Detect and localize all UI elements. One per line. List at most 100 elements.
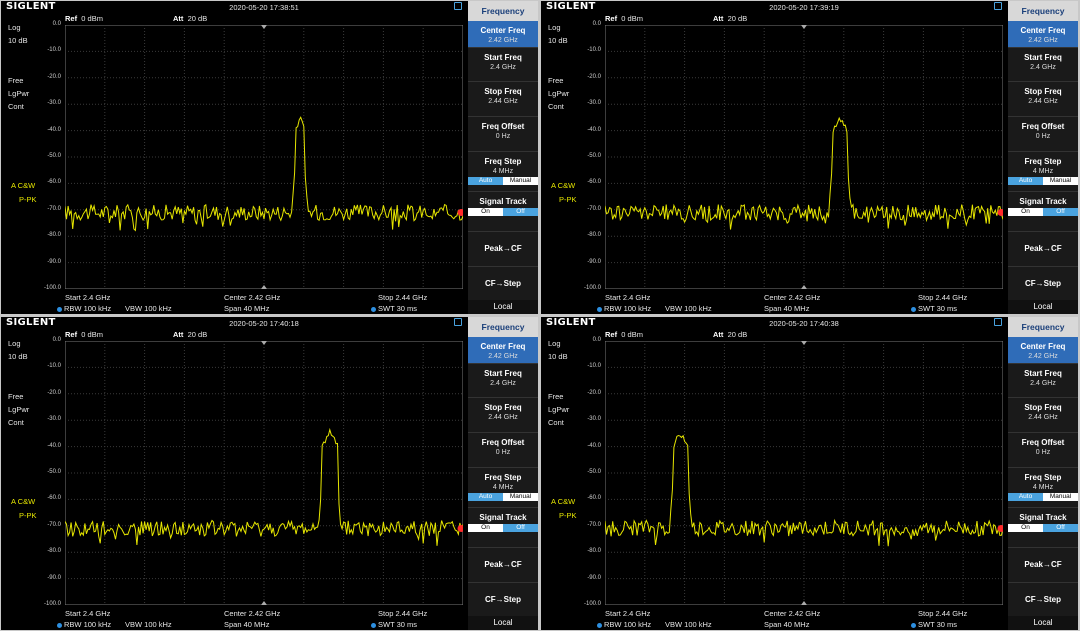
cf-to-step-button[interactable]: CF→Step xyxy=(1008,583,1078,619)
timestamp: 2020-05-20 17:40:18 xyxy=(229,319,299,328)
y-tick-label: -30.0 xyxy=(47,416,61,423)
y-tick-label: -100.0 xyxy=(583,285,601,291)
span-readout: Span 40 MHz xyxy=(224,620,270,629)
freq-offset-button[interactable]: Freq Offset 0 Hz xyxy=(468,117,538,152)
scale-div: 10 dB xyxy=(8,352,28,361)
cf-to-step-button[interactable]: CF→Step xyxy=(1008,267,1078,303)
y-tick-label: -90.0 xyxy=(587,574,601,581)
peak-to-cf-button[interactable]: Peak→CF xyxy=(468,548,538,583)
y-tick-label: -50.0 xyxy=(587,153,601,159)
freq-step-button[interactable]: Freq Step 4 MHz Auto Manual xyxy=(1008,152,1078,192)
signal-track-toggle[interactable]: On Off xyxy=(1008,208,1078,216)
stop-freq-readout: Stop 2.44 GHz xyxy=(378,293,428,302)
start-freq-button[interactable]: Start Freq 2.4 GHz xyxy=(1008,48,1078,82)
freq-step-toggle[interactable]: Auto Manual xyxy=(1008,493,1078,501)
sweep-mode: Cont xyxy=(548,418,564,427)
signal-track-button[interactable]: Signal Track On Off xyxy=(1008,192,1078,232)
freq-step-toggle[interactable]: Auto Manual xyxy=(468,493,538,501)
y-tick-label: -70.0 xyxy=(47,521,61,528)
y-tick-label: 0.0 xyxy=(592,337,601,343)
spectrum-plot[interactable] xyxy=(605,341,1003,605)
start-freq-button[interactable]: Start Freq 2.4 GHz xyxy=(468,364,538,398)
stop-freq-button[interactable]: Stop Freq 2.44 GHz xyxy=(468,398,538,433)
freq-step-button[interactable]: Freq Step 4 MHz Auto Manual xyxy=(1008,468,1078,508)
trigger-mode: Free xyxy=(8,392,24,401)
menu-title: Frequency xyxy=(468,317,538,337)
trace-label[interactable]: A C&W xyxy=(551,497,575,506)
frequency-menu: Frequency Center Freq 2.42 GHz Start Freq… xyxy=(466,1,538,314)
signal-track-button[interactable]: Signal Track On Off xyxy=(468,192,538,232)
scale-type: Log xyxy=(8,339,21,348)
freq-offset-button[interactable]: Freq Offset 0 Hz xyxy=(1008,433,1078,468)
center-freq-button[interactable]: Center Freq 2.42 GHz xyxy=(468,21,538,48)
trace-label[interactable]: A C&W xyxy=(11,181,35,190)
scale-type: Log xyxy=(548,23,561,32)
trigger-mode: Free xyxy=(8,76,24,85)
signal-track-toggle[interactable]: On Off xyxy=(468,524,538,532)
signal-track-toggle[interactable]: On Off xyxy=(468,208,538,216)
spectrum-plot[interactable] xyxy=(605,25,1003,289)
attenuation: Att 20 dB xyxy=(173,14,208,23)
cf-to-step-button[interactable]: CF→Step xyxy=(468,267,538,303)
y-tick-label: -100.0 xyxy=(583,601,601,607)
y-tick-label: -60.0 xyxy=(47,179,61,186)
start-freq-button[interactable]: Start Freq 2.4 GHz xyxy=(468,48,538,82)
y-tick-label: -80.0 xyxy=(47,232,61,239)
analyzer-screen: SIGLENT 2020-05-20 17:39:19 Ref 0 dBm At… xyxy=(541,1,1078,314)
y-tick-label: -70.0 xyxy=(587,521,601,528)
stop-freq-readout: Stop 2.44 GHz xyxy=(378,609,428,618)
start-freq-button[interactable]: Start Freq 2.4 GHz xyxy=(1008,364,1078,398)
swt-indicator-icon xyxy=(911,306,916,312)
y-tick-label: -10.0 xyxy=(587,47,601,54)
span-readout: Span 40 MHz xyxy=(764,304,810,313)
signal-track-button[interactable]: Signal Track On Off xyxy=(1008,508,1078,548)
menu-title: Frequency xyxy=(1008,1,1078,21)
swt-readout: SWT 30 ms xyxy=(371,304,417,313)
vbw-readout: VBW 100 kHz xyxy=(125,304,172,313)
y-tick-label: -10.0 xyxy=(587,363,601,370)
freq-step-button[interactable]: Freq Step 4 MHz Auto Manual xyxy=(468,468,538,508)
peak-to-cf-button[interactable]: Peak→CF xyxy=(1008,548,1078,583)
freq-step-toggle[interactable]: Auto Manual xyxy=(468,177,538,185)
trace-label[interactable]: A C&W xyxy=(551,181,575,190)
trigger-mode: Free xyxy=(548,392,564,401)
detector-label: P-PK xyxy=(19,511,37,520)
frequency-menu: Frequency Center Freq 2.42 GHz Start Freq… xyxy=(1006,1,1078,314)
stop-freq-button[interactable]: Stop Freq 2.44 GHz xyxy=(1008,82,1078,117)
stop-freq-button[interactable]: Stop Freq 2.44 GHz xyxy=(1008,398,1078,433)
rbw-readout: RBW 100 kHz xyxy=(597,304,651,313)
peak-to-cf-button[interactable]: Peak→CF xyxy=(468,232,538,267)
detector-mode: LgPwr xyxy=(8,405,30,414)
sweep-mode: Cont xyxy=(8,418,24,427)
y-tick-label: -60.0 xyxy=(587,495,601,502)
cf-to-step-button[interactable]: CF→Step xyxy=(468,583,538,619)
sweep-mode: Cont xyxy=(548,102,564,111)
freq-offset-button[interactable]: Freq Offset 0 Hz xyxy=(468,433,538,468)
freq-step-toggle[interactable]: Auto Manual xyxy=(1008,177,1078,185)
local-status: Local xyxy=(1008,300,1078,314)
trace-label[interactable]: A C&W xyxy=(11,497,35,506)
usb-icon xyxy=(994,2,1002,10)
signal-track-button[interactable]: Signal Track On Off xyxy=(468,508,538,548)
stop-freq-button[interactable]: Stop Freq 2.44 GHz xyxy=(468,82,538,117)
local-status: Local xyxy=(1008,616,1078,630)
swt-indicator-icon xyxy=(371,622,376,628)
signal-track-toggle[interactable]: On Off xyxy=(1008,524,1078,532)
frequency-menu: Frequency Center Freq 2.42 GHz Start Freq… xyxy=(466,317,538,630)
y-tick-label: -40.0 xyxy=(47,442,61,449)
spectrum-plot[interactable] xyxy=(65,341,463,605)
center-freq-button[interactable]: Center Freq 2.42 GHz xyxy=(1008,21,1078,48)
center-freq-button[interactable]: Center Freq 2.42 GHz xyxy=(468,337,538,364)
detector-label: P-PK xyxy=(559,511,577,520)
rbw-readout: RBW 100 kHz xyxy=(597,620,651,629)
analyzer-screen: SIGLENT 2020-05-20 17:38:51 Ref 0 dBm At… xyxy=(1,1,538,314)
brand-logo: SIGLENT xyxy=(546,1,596,12)
local-status: Local xyxy=(468,616,538,630)
stop-freq-readout: Stop 2.44 GHz xyxy=(918,609,968,618)
freq-step-button[interactable]: Freq Step 4 MHz Auto Manual xyxy=(468,152,538,192)
spectrum-plot[interactable] xyxy=(65,25,463,289)
freq-offset-button[interactable]: Freq Offset 0 Hz xyxy=(1008,117,1078,152)
analyzer-screen: SIGLENT 2020-05-20 17:40:18 Ref 0 dBm At… xyxy=(1,317,538,630)
peak-to-cf-button[interactable]: Peak→CF xyxy=(1008,232,1078,267)
center-freq-button[interactable]: Center Freq 2.42 GHz xyxy=(1008,337,1078,364)
